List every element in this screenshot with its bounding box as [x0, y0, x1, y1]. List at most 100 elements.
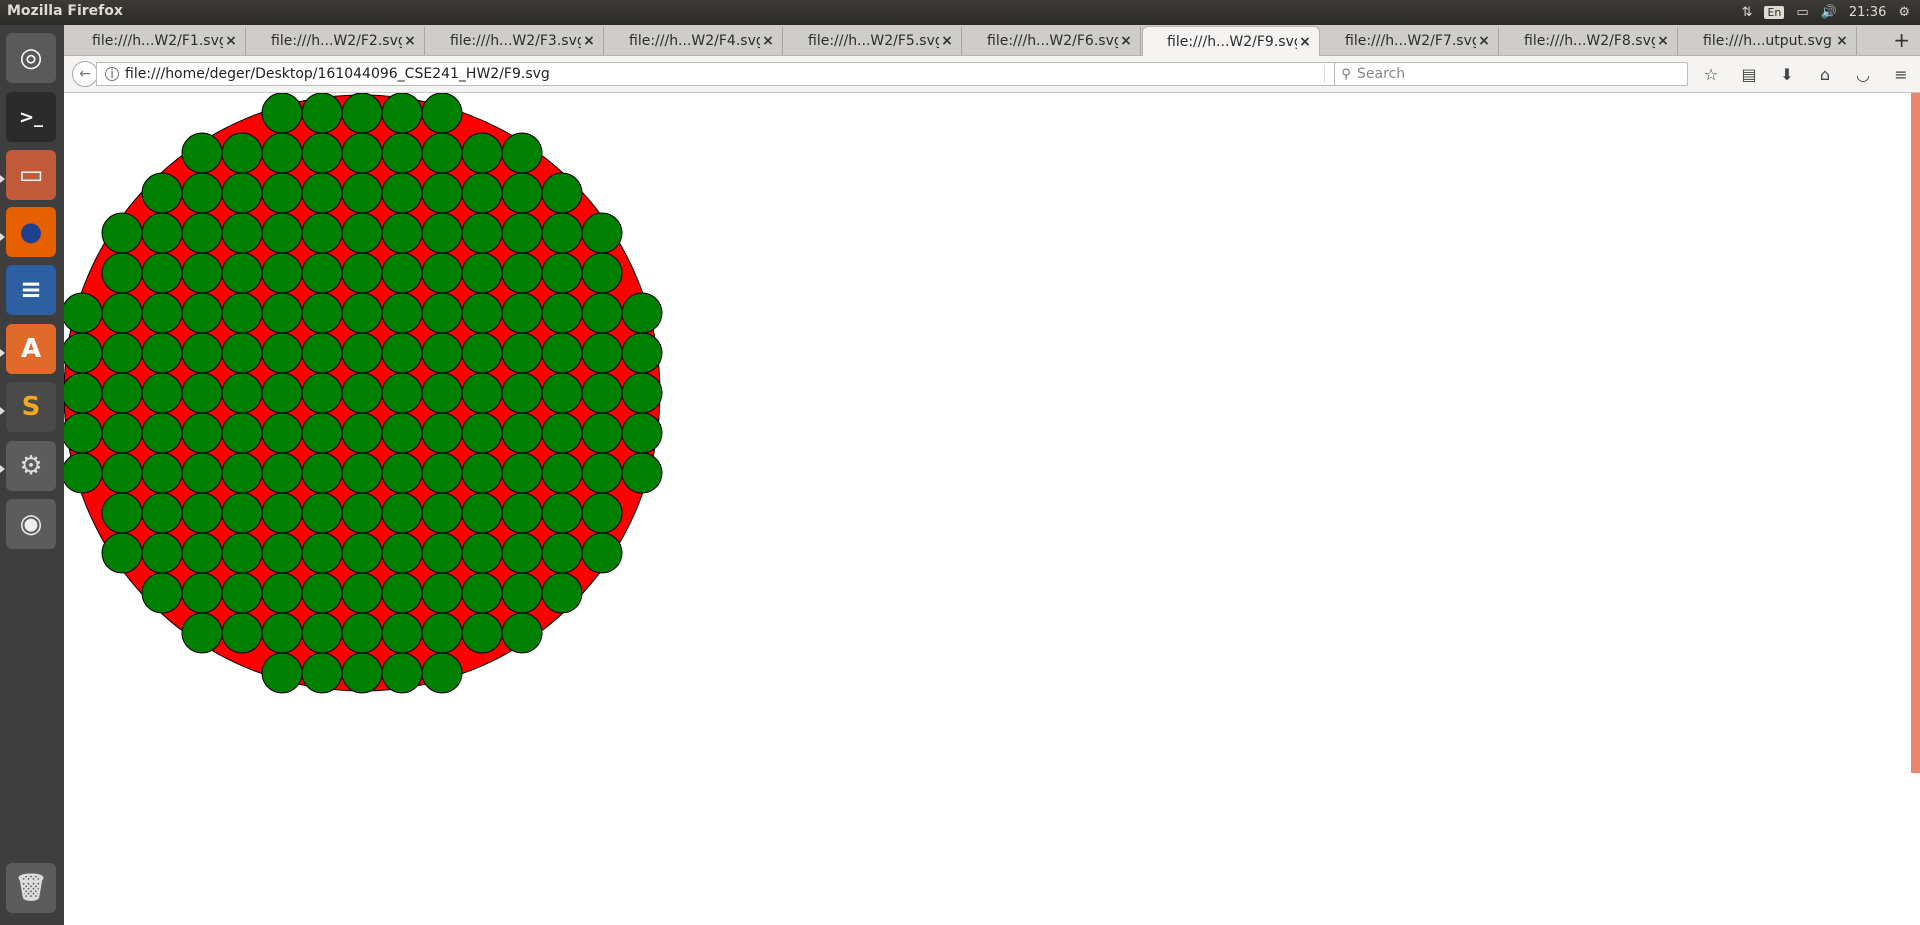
new-tab-button[interactable]: + — [1893, 28, 1910, 52]
clock[interactable]: 21:36 — [1849, 5, 1886, 20]
tab-label: file:///h...W2/F9.svg — [1167, 33, 1297, 50]
tab[interactable]: file:///h...W2/F6.svg × — [963, 27, 1141, 55]
small-green-circle — [141, 452, 183, 494]
tab[interactable]: file:///h...W2/F3.svg × — [426, 27, 604, 55]
back-button[interactable]: ← — [72, 61, 98, 87]
firefox-icon[interactable]: ● — [6, 207, 56, 257]
small-green-circle — [181, 132, 223, 174]
small-green-circle — [341, 372, 383, 414]
running-indicator — [0, 465, 5, 473]
disc-icon[interactable]: ◉ — [6, 499, 56, 549]
close-tab-icon[interactable]: × — [1297, 34, 1313, 50]
small-green-circle — [381, 452, 423, 494]
ubuntu-dash-icon[interactable]: ◎ — [6, 33, 56, 83]
small-green-circle — [221, 412, 263, 454]
small-green-circle — [141, 572, 183, 614]
menu-icon[interactable]: ≡ — [1882, 65, 1920, 84]
small-green-circle — [301, 372, 343, 414]
small-green-circle — [421, 572, 463, 614]
small-green-circle — [181, 372, 223, 414]
small-green-circle — [501, 212, 543, 254]
small-green-circle — [461, 572, 503, 614]
close-tab-icon[interactable]: × — [760, 33, 776, 49]
bookmark-star-icon[interactable]: ☆ — [1692, 65, 1730, 84]
close-tab-icon[interactable]: × — [223, 33, 239, 49]
small-green-circle — [501, 372, 543, 414]
small-green-circle — [581, 252, 623, 294]
reader-view-icon[interactable]: ▤ — [1730, 65, 1768, 84]
tab[interactable]: file:///h...utput.svg × — [1679, 27, 1857, 55]
small-green-circle — [421, 452, 463, 494]
search-input[interactable]: ⚲ Search — [1334, 62, 1688, 86]
small-green-circle — [261, 572, 303, 614]
small-green-circle — [301, 572, 343, 614]
small-green-circle — [381, 292, 423, 334]
tab-label: file:///h...W2/F5.svg — [808, 33, 939, 49]
close-tab-icon[interactable]: × — [1834, 33, 1850, 49]
small-green-circle — [341, 292, 383, 334]
close-tab-icon[interactable]: × — [581, 33, 597, 49]
small-green-circle — [341, 612, 383, 654]
small-green-circle — [221, 532, 263, 574]
software-center-icon[interactable]: A — [6, 324, 56, 374]
search-placeholder: Search — [1357, 66, 1406, 82]
small-green-circle — [501, 332, 543, 374]
small-green-circle — [381, 532, 423, 574]
tab[interactable]: file:///h...W2/F8.svg × — [1500, 27, 1678, 55]
small-green-circle — [581, 492, 623, 534]
small-green-circle — [101, 292, 143, 334]
small-green-circle — [581, 332, 623, 374]
info-icon[interactable]: i — [105, 67, 119, 81]
libreoffice-writer-icon[interactable]: ≡ — [6, 265, 56, 315]
tab[interactable]: file:///h...W2/F7.svg × — [1321, 27, 1499, 55]
close-tab-icon[interactable]: × — [402, 33, 418, 49]
small-green-circle — [221, 252, 263, 294]
close-tab-icon[interactable]: × — [939, 33, 955, 49]
small-green-circle — [581, 412, 623, 454]
terminal-icon[interactable]: >_ — [6, 92, 56, 142]
small-green-circle — [421, 532, 463, 574]
home-icon[interactable]: ⌂ — [1806, 65, 1844, 84]
small-green-circle — [461, 372, 503, 414]
volume-icon[interactable]: 🔊 — [1821, 5, 1837, 20]
tab-label: file:///h...W2/F1.svg — [92, 33, 223, 49]
small-green-circle — [101, 372, 143, 414]
arrow-left-icon: ← — [79, 66, 91, 82]
small-green-circle — [421, 252, 463, 294]
toolbar-buttons: ☆ ▤ ⬇ ⌂ ◡ ≡ — [1692, 62, 1920, 86]
pocket-icon[interactable]: ◡ — [1844, 65, 1882, 84]
tab[interactable]: file:///h...W2/F4.svg × — [605, 27, 783, 55]
small-green-circle — [501, 572, 543, 614]
small-green-circle — [221, 492, 263, 534]
system-settings-icon[interactable]: ⚙ — [6, 441, 56, 491]
small-green-circle — [341, 412, 383, 454]
tab-active[interactable]: file:///h...W2/F9.svg × — [1142, 26, 1320, 56]
keyboard-language-indicator[interactable]: En — [1764, 6, 1785, 19]
small-green-circle — [101, 412, 143, 454]
close-tab-icon[interactable]: × — [1655, 33, 1671, 49]
small-green-circle — [541, 292, 583, 334]
small-green-circle — [421, 212, 463, 254]
battery-icon[interactable]: ▭ — [1796, 5, 1808, 20]
tab[interactable]: file:///h...W2/F2.svg × — [247, 27, 425, 55]
files-icon[interactable]: ▭ — [6, 150, 56, 200]
small-green-circle — [501, 612, 543, 654]
sublime-text-icon[interactable]: S — [6, 382, 56, 432]
tab[interactable]: file:///h...W2/F1.svg × — [68, 27, 246, 55]
small-green-circle — [541, 412, 583, 454]
close-tab-icon[interactable]: × — [1118, 33, 1134, 49]
network-arrows-icon[interactable]: ⇅ — [1742, 5, 1753, 20]
scrollbar-thumb[interactable] — [1911, 93, 1920, 773]
small-green-circle — [381, 172, 423, 214]
small-green-circle — [141, 412, 183, 454]
url-bar[interactable]: i file:///home/deger/Desktop/161044096_C… — [96, 62, 1356, 86]
small-green-circle — [141, 372, 183, 414]
url-text[interactable]: file:///home/deger/Desktop/161044096_CSE… — [125, 66, 1324, 82]
close-tab-icon[interactable]: × — [1476, 33, 1492, 49]
download-icon[interactable]: ⬇ — [1768, 65, 1806, 84]
tab[interactable]: file:///h...W2/F5.svg × — [784, 27, 962, 55]
small-green-circle — [621, 332, 663, 374]
small-green-circle — [301, 93, 343, 134]
trash-icon[interactable]: 🗑 — [6, 863, 56, 913]
gear-icon[interactable]: ⚙ — [1898, 5, 1910, 20]
